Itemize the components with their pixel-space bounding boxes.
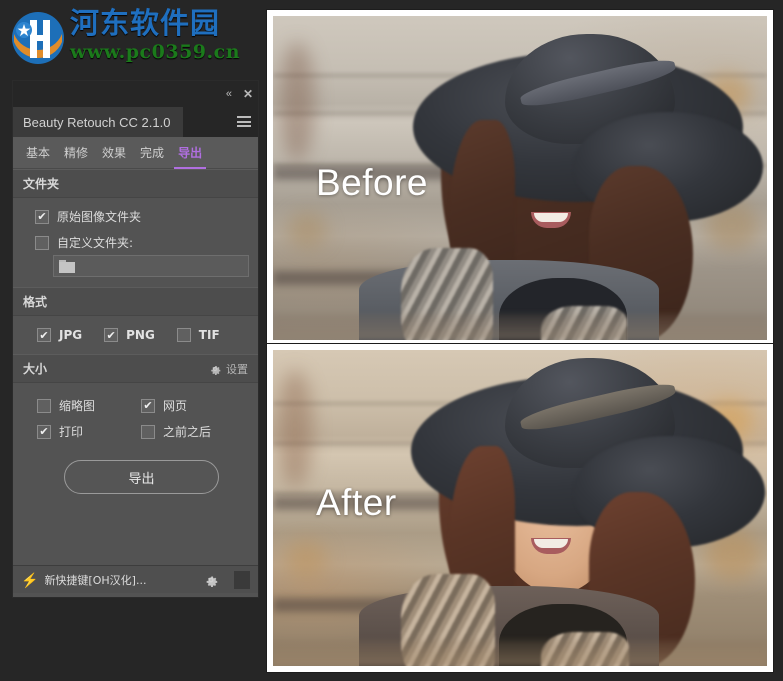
panel-title: Beauty Retouch CC 2.1.0 bbox=[23, 115, 170, 130]
checkbox-jpg[interactable] bbox=[37, 328, 51, 342]
checkbox-original-folder[interactable] bbox=[35, 210, 49, 224]
checkbox-custom-folder[interactable] bbox=[35, 236, 49, 250]
size-settings-button[interactable]: 设置 bbox=[209, 361, 248, 377]
tab-finish-label: 完成 bbox=[140, 144, 164, 161]
option-web[interactable]: 网页 bbox=[141, 397, 248, 414]
tab-export[interactable]: 导出 bbox=[171, 137, 209, 169]
section-title-size: 大小 bbox=[23, 360, 47, 377]
label-tif: TIF bbox=[199, 328, 220, 342]
checkbox-png[interactable] bbox=[104, 328, 118, 342]
tab-finish[interactable]: 完成 bbox=[133, 137, 171, 169]
footer-status-text[interactable]: 新快捷键[OH汉化]... bbox=[44, 572, 204, 588]
option-jpg[interactable]: JPG bbox=[37, 328, 82, 342]
label-png: PNG bbox=[126, 328, 155, 342]
tab-basic[interactable]: 基本 bbox=[19, 137, 57, 169]
export-button[interactable]: 导出 bbox=[64, 460, 219, 494]
panel-title-row: Beauty Retouch CC 2.1.0 bbox=[13, 107, 258, 137]
checkbox-before-after[interactable] bbox=[141, 425, 155, 439]
option-custom-folder[interactable]: 自定义文件夹: bbox=[35, 234, 248, 251]
before-photo: Before bbox=[273, 16, 767, 340]
tab-export-label: 导出 bbox=[178, 144, 202, 161]
gear-icon bbox=[209, 363, 221, 375]
collapse-icon[interactable]: « bbox=[226, 89, 232, 100]
label-print: 打印 bbox=[59, 423, 83, 440]
before-label: Before bbox=[316, 162, 428, 204]
panel-tabs: 基本 精修 效果 完成 导出 bbox=[13, 137, 258, 169]
footer-gear-icon[interactable] bbox=[204, 573, 218, 587]
checkbox-print[interactable] bbox=[37, 425, 51, 439]
section-body-folder: 原始图像文件夹 自定义文件夹: bbox=[13, 198, 258, 287]
close-icon[interactable]: ✕ bbox=[243, 88, 253, 100]
label-custom-folder: 自定义文件夹: bbox=[57, 234, 133, 251]
option-original-folder[interactable]: 原始图像文件夹 bbox=[35, 208, 248, 225]
option-png[interactable]: PNG bbox=[104, 328, 155, 342]
watermark-site-name: 河东软件园 bbox=[70, 6, 240, 40]
lightning-bolt-icon: ⚡ bbox=[21, 573, 38, 587]
checkbox-thumbnail[interactable] bbox=[37, 399, 51, 413]
after-photo: After bbox=[273, 350, 767, 666]
option-print[interactable]: 打印 bbox=[37, 423, 141, 440]
label-original-folder: 原始图像文件夹 bbox=[57, 208, 141, 225]
watermark: 河东软件园 www.pc0359.cn bbox=[6, 4, 221, 78]
tab-refine-label: 精修 bbox=[64, 144, 88, 161]
section-title-format: 格式 bbox=[23, 293, 47, 310]
folder-icon bbox=[59, 260, 75, 273]
hedong-logo-icon bbox=[10, 10, 66, 66]
label-jpg: JPG bbox=[59, 328, 82, 342]
tab-refine[interactable]: 精修 bbox=[57, 137, 95, 169]
after-photo-frame: After bbox=[267, 344, 773, 672]
section-body-format: JPG PNG TIF bbox=[13, 316, 258, 354]
tab-effects-label: 效果 bbox=[102, 144, 126, 161]
option-before-after[interactable]: 之前之后 bbox=[141, 423, 248, 440]
label-web: 网页 bbox=[163, 397, 187, 414]
panel-body: 文件夹 原始图像文件夹 自定义文件夹: 格式 JPG bbox=[13, 169, 258, 593]
before-photo-frame: Before bbox=[267, 10, 773, 346]
custom-folder-path-input[interactable] bbox=[53, 255, 249, 277]
option-thumbnail[interactable]: 缩略图 bbox=[37, 397, 141, 414]
tab-effects[interactable]: 效果 bbox=[95, 137, 133, 169]
panel-title-tab[interactable]: Beauty Retouch CC 2.1.0 bbox=[13, 107, 183, 137]
footer-corner bbox=[234, 571, 250, 589]
watermark-url: www.pc0359.cn bbox=[70, 40, 240, 64]
after-label: After bbox=[316, 482, 397, 524]
label-before-after: 之前之后 bbox=[163, 423, 211, 440]
size-settings-label: 设置 bbox=[226, 361, 248, 377]
hamburger-menu-icon[interactable] bbox=[237, 116, 251, 127]
tab-basic-label: 基本 bbox=[26, 144, 50, 161]
section-header-folder: 文件夹 bbox=[13, 169, 258, 198]
section-header-size: 大小 设置 bbox=[13, 354, 258, 383]
section-title-folder: 文件夹 bbox=[23, 175, 59, 192]
section-body-size: 缩略图 网页 打印 之前之后 导出 bbox=[13, 383, 258, 502]
option-tif[interactable]: TIF bbox=[177, 328, 220, 342]
checkbox-web[interactable] bbox=[141, 399, 155, 413]
section-header-format: 格式 bbox=[13, 287, 258, 316]
panel-footer: ⚡ 新快捷键[OH汉化]... bbox=[13, 565, 258, 593]
beauty-retouch-panel: « ✕ Beauty Retouch CC 2.1.0 基本 精修 效果 完成 … bbox=[12, 80, 259, 598]
label-thumbnail: 缩略图 bbox=[59, 397, 95, 414]
checkbox-tif[interactable] bbox=[177, 328, 191, 342]
panel-topbar: « ✕ bbox=[13, 81, 258, 107]
